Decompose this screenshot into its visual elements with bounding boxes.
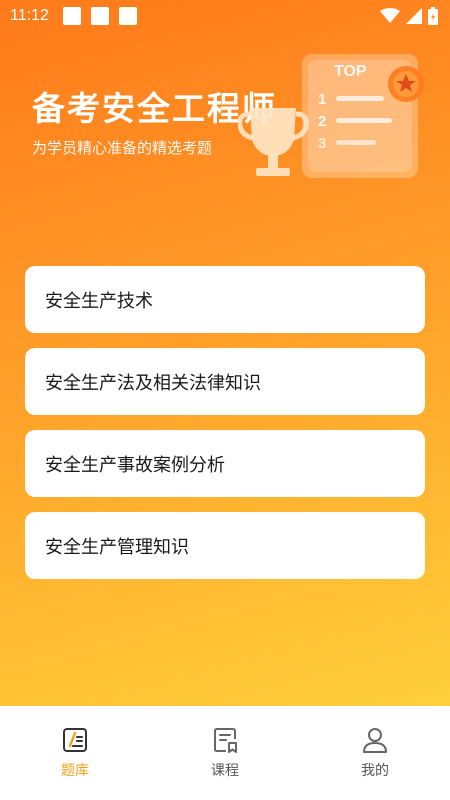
app-screen: 11:12 备考安全工程师 为学员精心准备的精选考题 TOP 1 2 3 安全生… <box>0 0 450 706</box>
category-label: 安全生产法及相关法律知识 <box>45 372 261 394</box>
status-time: 11:12 <box>10 7 49 24</box>
notification-icon <box>90 7 109 25</box>
category-card[interactable]: 安全生产法及相关法律知识 <box>25 348 425 415</box>
category-label: 安全生产管理知识 <box>45 536 189 558</box>
question-bank-icon <box>63 728 87 752</box>
nav-label: 题库 <box>61 763 89 779</box>
notification-icons <box>62 7 137 25</box>
rank-number: 2 <box>318 113 326 130</box>
notification-icon <box>118 7 137 25</box>
category-card[interactable]: 安全生产技术 <box>25 266 425 333</box>
profile-icon <box>363 728 387 753</box>
nav-item-question-bank[interactable]: 题库 <box>0 706 150 800</box>
nav-item-profile[interactable]: 我的 <box>300 706 450 800</box>
rank-number: 1 <box>318 91 326 108</box>
status-bar: 11:12 <box>0 0 450 32</box>
wifi-icon <box>380 8 400 23</box>
nav-item-course[interactable]: 课程 <box>150 706 300 800</box>
status-right <box>380 7 438 25</box>
rank-number: 3 <box>318 135 326 152</box>
notification-icon <box>62 7 81 25</box>
badge-text: TOP <box>334 63 367 80</box>
trophy-leaderboard-illustration: TOP 1 2 3 <box>238 54 424 178</box>
category-card[interactable]: 安全生产事故案例分析 <box>25 430 425 497</box>
battery-icon <box>428 7 438 25</box>
nav-label: 课程 <box>211 763 239 779</box>
signal-icon <box>406 8 422 24</box>
category-card[interactable]: 安全生产管理知识 <box>25 512 425 579</box>
category-label: 安全生产事故案例分析 <box>45 454 225 476</box>
category-label: 安全生产技术 <box>45 290 153 312</box>
page-subtitle: 为学员精心准备的精选考题 <box>32 139 213 157</box>
bottom-nav: 题库 课程 我的 <box>0 706 450 800</box>
nav-label: 我的 <box>361 763 389 779</box>
course-icon <box>214 728 237 753</box>
category-list: 安全生产技术 安全生产法及相关法律知识 安全生产事故案例分析 安全生产管理知识 <box>25 266 425 594</box>
